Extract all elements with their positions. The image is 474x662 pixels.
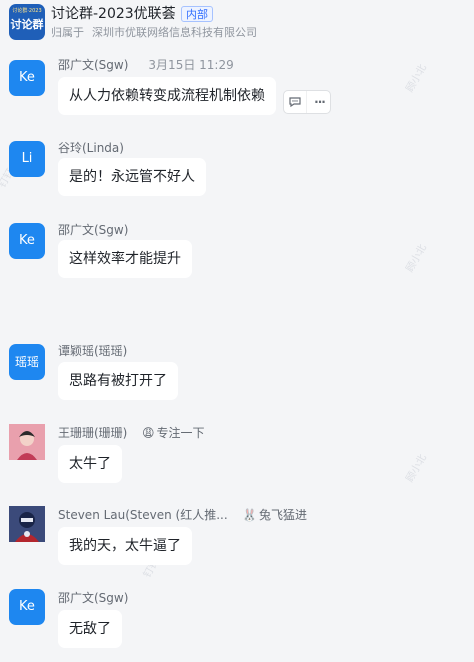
avatar[interactable]: 瑶瑶 xyxy=(9,344,45,380)
avatar-photo-icon xyxy=(9,424,45,460)
message-time: 3月15日 11:29 xyxy=(148,58,234,72)
status-emoji: 🐰 xyxy=(242,508,257,522)
sender-name[interactable]: 王珊珊(珊珊) xyxy=(58,425,127,441)
user-status: 😩 专注一下 xyxy=(142,426,205,440)
group-title[interactable]: 讨论群-2023优联荟 xyxy=(51,5,176,23)
sender-name[interactable]: 谷玲(Linda) xyxy=(58,140,124,156)
group-org: 归属于 深圳市优联网络信息科技有限公司 xyxy=(51,25,257,40)
sender-name[interactable]: Steven Lau(Steven (红人推... xyxy=(58,507,228,523)
more-icon[interactable]: ··· xyxy=(308,91,331,113)
message-bubble[interactable]: 是的！永远管不好人 xyxy=(58,158,206,196)
group-avatar-caption: 讨论群·2023 xyxy=(12,8,42,14)
avatar[interactable] xyxy=(9,424,45,460)
chat-header: 讨论群·2023 讨论群 讨论群-2023优联荟 内部 归属于 深圳市优联网络信息… xyxy=(0,0,474,46)
message-bubble[interactable]: 思路有被打开了 xyxy=(58,362,178,400)
message-item: Li 谷玲(Linda) 是的！永远管不好人 xyxy=(0,133,474,203)
group-avatar[interactable]: 讨论群·2023 讨论群 xyxy=(9,4,45,40)
message-bubble[interactable]: 太牛了 xyxy=(58,445,122,483)
message-item: Steven Lau(Steven (红人推... 🐰 兔飞猛进 我的天，太牛逼了 xyxy=(0,500,474,570)
comment-icon[interactable] xyxy=(284,91,307,113)
avatar[interactable] xyxy=(9,506,45,542)
sender-name[interactable]: 邵广文(Sgw) 3月15日 11:29 xyxy=(58,57,234,73)
message-bubble[interactable]: 这样效率才能提升 xyxy=(58,240,192,278)
message-actions: ··· xyxy=(283,90,331,114)
message-item: Ke 邵广文(Sgw) 无敌了 xyxy=(0,583,474,653)
org-label: 归属于 xyxy=(51,26,84,39)
message-bubble[interactable]: 从人力依赖转变成流程机制依赖 xyxy=(58,77,276,115)
sender-name[interactable]: 邵广文(Sgw) xyxy=(58,590,128,606)
internal-tag: 内部 xyxy=(181,6,213,22)
message-item: Ke 邵广文(Sgw) 这样效率才能提升 xyxy=(0,215,474,285)
message-bubble[interactable]: 我的天，太牛逼了 xyxy=(58,527,192,565)
user-status: 🐰 兔飞猛进 xyxy=(242,508,307,522)
message-item: 王珊珊(珊珊) 😩 专注一下 太牛了 xyxy=(0,418,474,488)
message-bubble[interactable]: 无敌了 xyxy=(58,610,122,648)
org-name[interactable]: 深圳市优联网络信息科技有限公司 xyxy=(92,26,257,39)
sender-name[interactable]: 谭颖瑶(瑶瑶) xyxy=(58,343,127,359)
avatar-photo-icon xyxy=(9,506,45,542)
group-avatar-text: 讨论群 xyxy=(10,18,44,31)
avatar[interactable]: Ke xyxy=(9,60,45,96)
sender-name[interactable]: 邵广文(Sgw) xyxy=(58,222,128,238)
avatar[interactable]: Ke xyxy=(9,589,45,625)
message-item: 瑶瑶 谭颖瑶(瑶瑶) 思路有被打开了 xyxy=(0,336,474,406)
status-emoji: 😩 xyxy=(142,426,155,440)
avatar[interactable]: Ke xyxy=(9,223,45,259)
avatar[interactable]: Li xyxy=(9,141,45,177)
message-item: Ke 邵广文(Sgw) 3月15日 11:29 从人力依赖转变成流程机制依赖 xyxy=(0,50,474,130)
